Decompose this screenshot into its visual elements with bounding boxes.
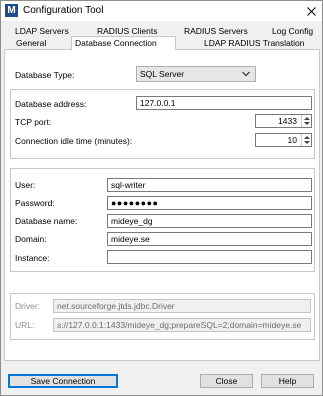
tab-general[interactable]: General xyxy=(13,37,53,49)
database-name-label: Database name: xyxy=(15,216,78,226)
close-window-button[interactable] xyxy=(302,3,320,19)
configuration-window: M Configuration Tool LDAP Servers RADIUS… xyxy=(0,0,323,396)
save-connection-button[interactable]: Save Connection xyxy=(8,374,118,388)
tab-database-connection[interactable]: Database Connection xyxy=(71,36,176,50)
database-type-select[interactable]: SQL Server xyxy=(136,66,256,82)
tcp-port-stepper[interactable]: 1433 xyxy=(255,114,312,128)
user-label: User: xyxy=(15,180,36,190)
instance-input[interactable] xyxy=(107,250,312,264)
tcp-port-value: 1433 xyxy=(278,116,297,126)
url-label: URL: xyxy=(15,320,35,330)
database-name-input[interactable]: mideye_dg xyxy=(107,214,312,228)
help-button[interactable]: Help xyxy=(261,374,314,388)
mideye-app-icon: M xyxy=(5,4,18,17)
database-address-label: Database address: xyxy=(15,99,87,109)
idle-time-arrows[interactable] xyxy=(301,134,311,146)
domain-label: Domain: xyxy=(15,234,47,244)
domain-input[interactable]: mideye.se xyxy=(107,232,312,246)
idle-time-label: Connection idle time (minutes): xyxy=(15,136,133,146)
driver-field: net.sourceforge.jtds.jdbc.Driver xyxy=(53,299,311,313)
password-input[interactable]: ●●●●●●●● xyxy=(107,196,312,210)
tcp-port-label: TCP port: xyxy=(15,117,52,127)
database-type-label: Database Type: xyxy=(15,70,75,80)
user-input[interactable]: sql-writer xyxy=(107,178,312,192)
driver-label: Driver: xyxy=(15,301,41,311)
database-connection-panel: Database Type: SQL Server Database addre… xyxy=(4,49,320,361)
chevron-down-icon xyxy=(242,71,250,77)
tab-radius-servers[interactable]: RADIUS Servers xyxy=(181,25,251,37)
url-field: s://127.0.0.1:1433/mideye_dg;prepareSQL=… xyxy=(53,318,311,332)
idle-time-stepper[interactable]: 10 xyxy=(255,133,312,147)
tab-ldap-radius-translation[interactable]: LDAP RADIUS Translation xyxy=(201,37,305,49)
tab-log-config[interactable]: Log Config xyxy=(269,25,315,37)
tab-ldap-servers[interactable]: LDAP Servers xyxy=(12,25,72,37)
window-title: Configuration Tool xyxy=(23,5,104,16)
close-icon xyxy=(306,6,316,16)
title-bar: M Configuration Tool xyxy=(1,1,322,21)
close-button[interactable]: Close xyxy=(200,374,253,388)
tcp-port-arrows[interactable] xyxy=(301,115,311,127)
idle-time-value: 10 xyxy=(287,135,297,145)
database-type-value: SQL Server xyxy=(140,69,185,79)
instance-label: Instance: xyxy=(15,253,50,263)
password-label: Password: xyxy=(15,198,55,208)
database-address-input[interactable]: 127.0.0.1 xyxy=(136,96,312,110)
